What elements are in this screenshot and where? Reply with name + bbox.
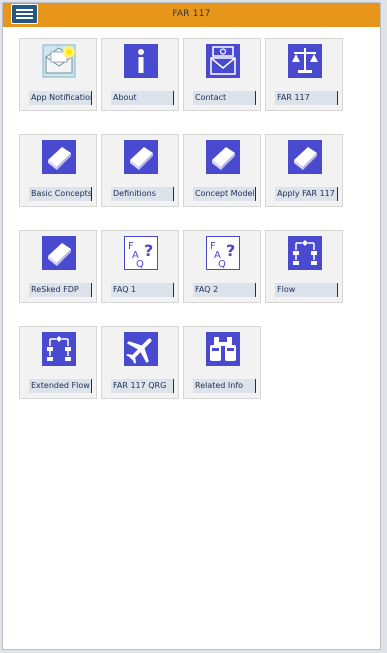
tile-label: Contact — [193, 91, 256, 105]
tile-label: FAQ 1 — [111, 283, 174, 297]
app-window: FAR 117 App Notifications About — [2, 2, 381, 650]
tile-resked-fdp[interactable]: ReSked FDP — [19, 230, 97, 303]
book-icon — [42, 236, 76, 270]
scales-icon — [288, 44, 322, 78]
tile-faq-1[interactable]: F A Q ? FAQ 1 — [101, 230, 179, 303]
tile-label: ReSked FDP — [29, 283, 92, 297]
tile-label: About — [111, 91, 174, 105]
tile-label: Extended Flow — [29, 379, 92, 393]
tile-label: FAQ 2 — [193, 283, 256, 297]
tile-label: Flow — [275, 283, 338, 297]
tile-extended-flow[interactable]: Extended Flow — [19, 326, 97, 399]
tile-label: Concept Model — [193, 187, 256, 201]
faq-icon: F A Q ? — [124, 236, 158, 270]
tile-flow[interactable]: Flow — [265, 230, 343, 303]
tile-label: App Notifications — [29, 91, 92, 105]
tile-app-notifications[interactable]: App Notifications — [19, 38, 97, 111]
book-icon — [288, 140, 322, 174]
tile-contact[interactable]: Contact — [183, 38, 261, 111]
flowchart-icon — [288, 236, 322, 270]
book-icon — [124, 140, 158, 174]
info-icon — [124, 44, 158, 78]
book-icon — [42, 140, 76, 174]
mail-contact-icon — [206, 44, 240, 78]
tile-far-117[interactable]: FAR 117 — [265, 38, 343, 111]
tile-far-117-qrg[interactable]: FAR 117 QRG — [101, 326, 179, 399]
tile-label: Definitions — [111, 187, 174, 201]
book-icon — [206, 140, 240, 174]
tile-definitions[interactable]: Definitions — [101, 134, 179, 207]
tile-concept-model[interactable]: Concept Model — [183, 134, 261, 207]
tile-label: Basic Concepts — [29, 187, 92, 201]
tile-apply-far-117[interactable]: Apply FAR 117 — [265, 134, 343, 207]
binoculars-icon — [206, 332, 240, 366]
page-title: FAR 117 — [172, 9, 211, 19]
tile-about[interactable]: About — [101, 38, 179, 111]
tile-label: Apply FAR 117 — [275, 187, 338, 201]
tile-label: FAR 117 QRG — [111, 379, 174, 393]
airplane-icon — [124, 332, 158, 366]
svg-text:?: ? — [226, 241, 235, 260]
tile-label: Related Info — [193, 379, 256, 393]
tile-related-info[interactable]: Related Info — [183, 326, 261, 399]
faq-icon: F A Q ? — [206, 236, 240, 270]
tile-basic-concepts[interactable]: Basic Concepts — [19, 134, 97, 207]
svg-text:?: ? — [144, 241, 153, 260]
flowchart-icon — [42, 332, 76, 366]
svg-text:Q: Q — [136, 259, 144, 270]
envelope-notification-icon — [42, 44, 76, 78]
tile-faq-2[interactable]: F A Q ? FAQ 2 — [183, 230, 261, 303]
tile-label: FAR 117 — [275, 91, 338, 105]
title-bar: FAR 117 — [3, 3, 380, 27]
svg-text:Q: Q — [218, 259, 226, 270]
